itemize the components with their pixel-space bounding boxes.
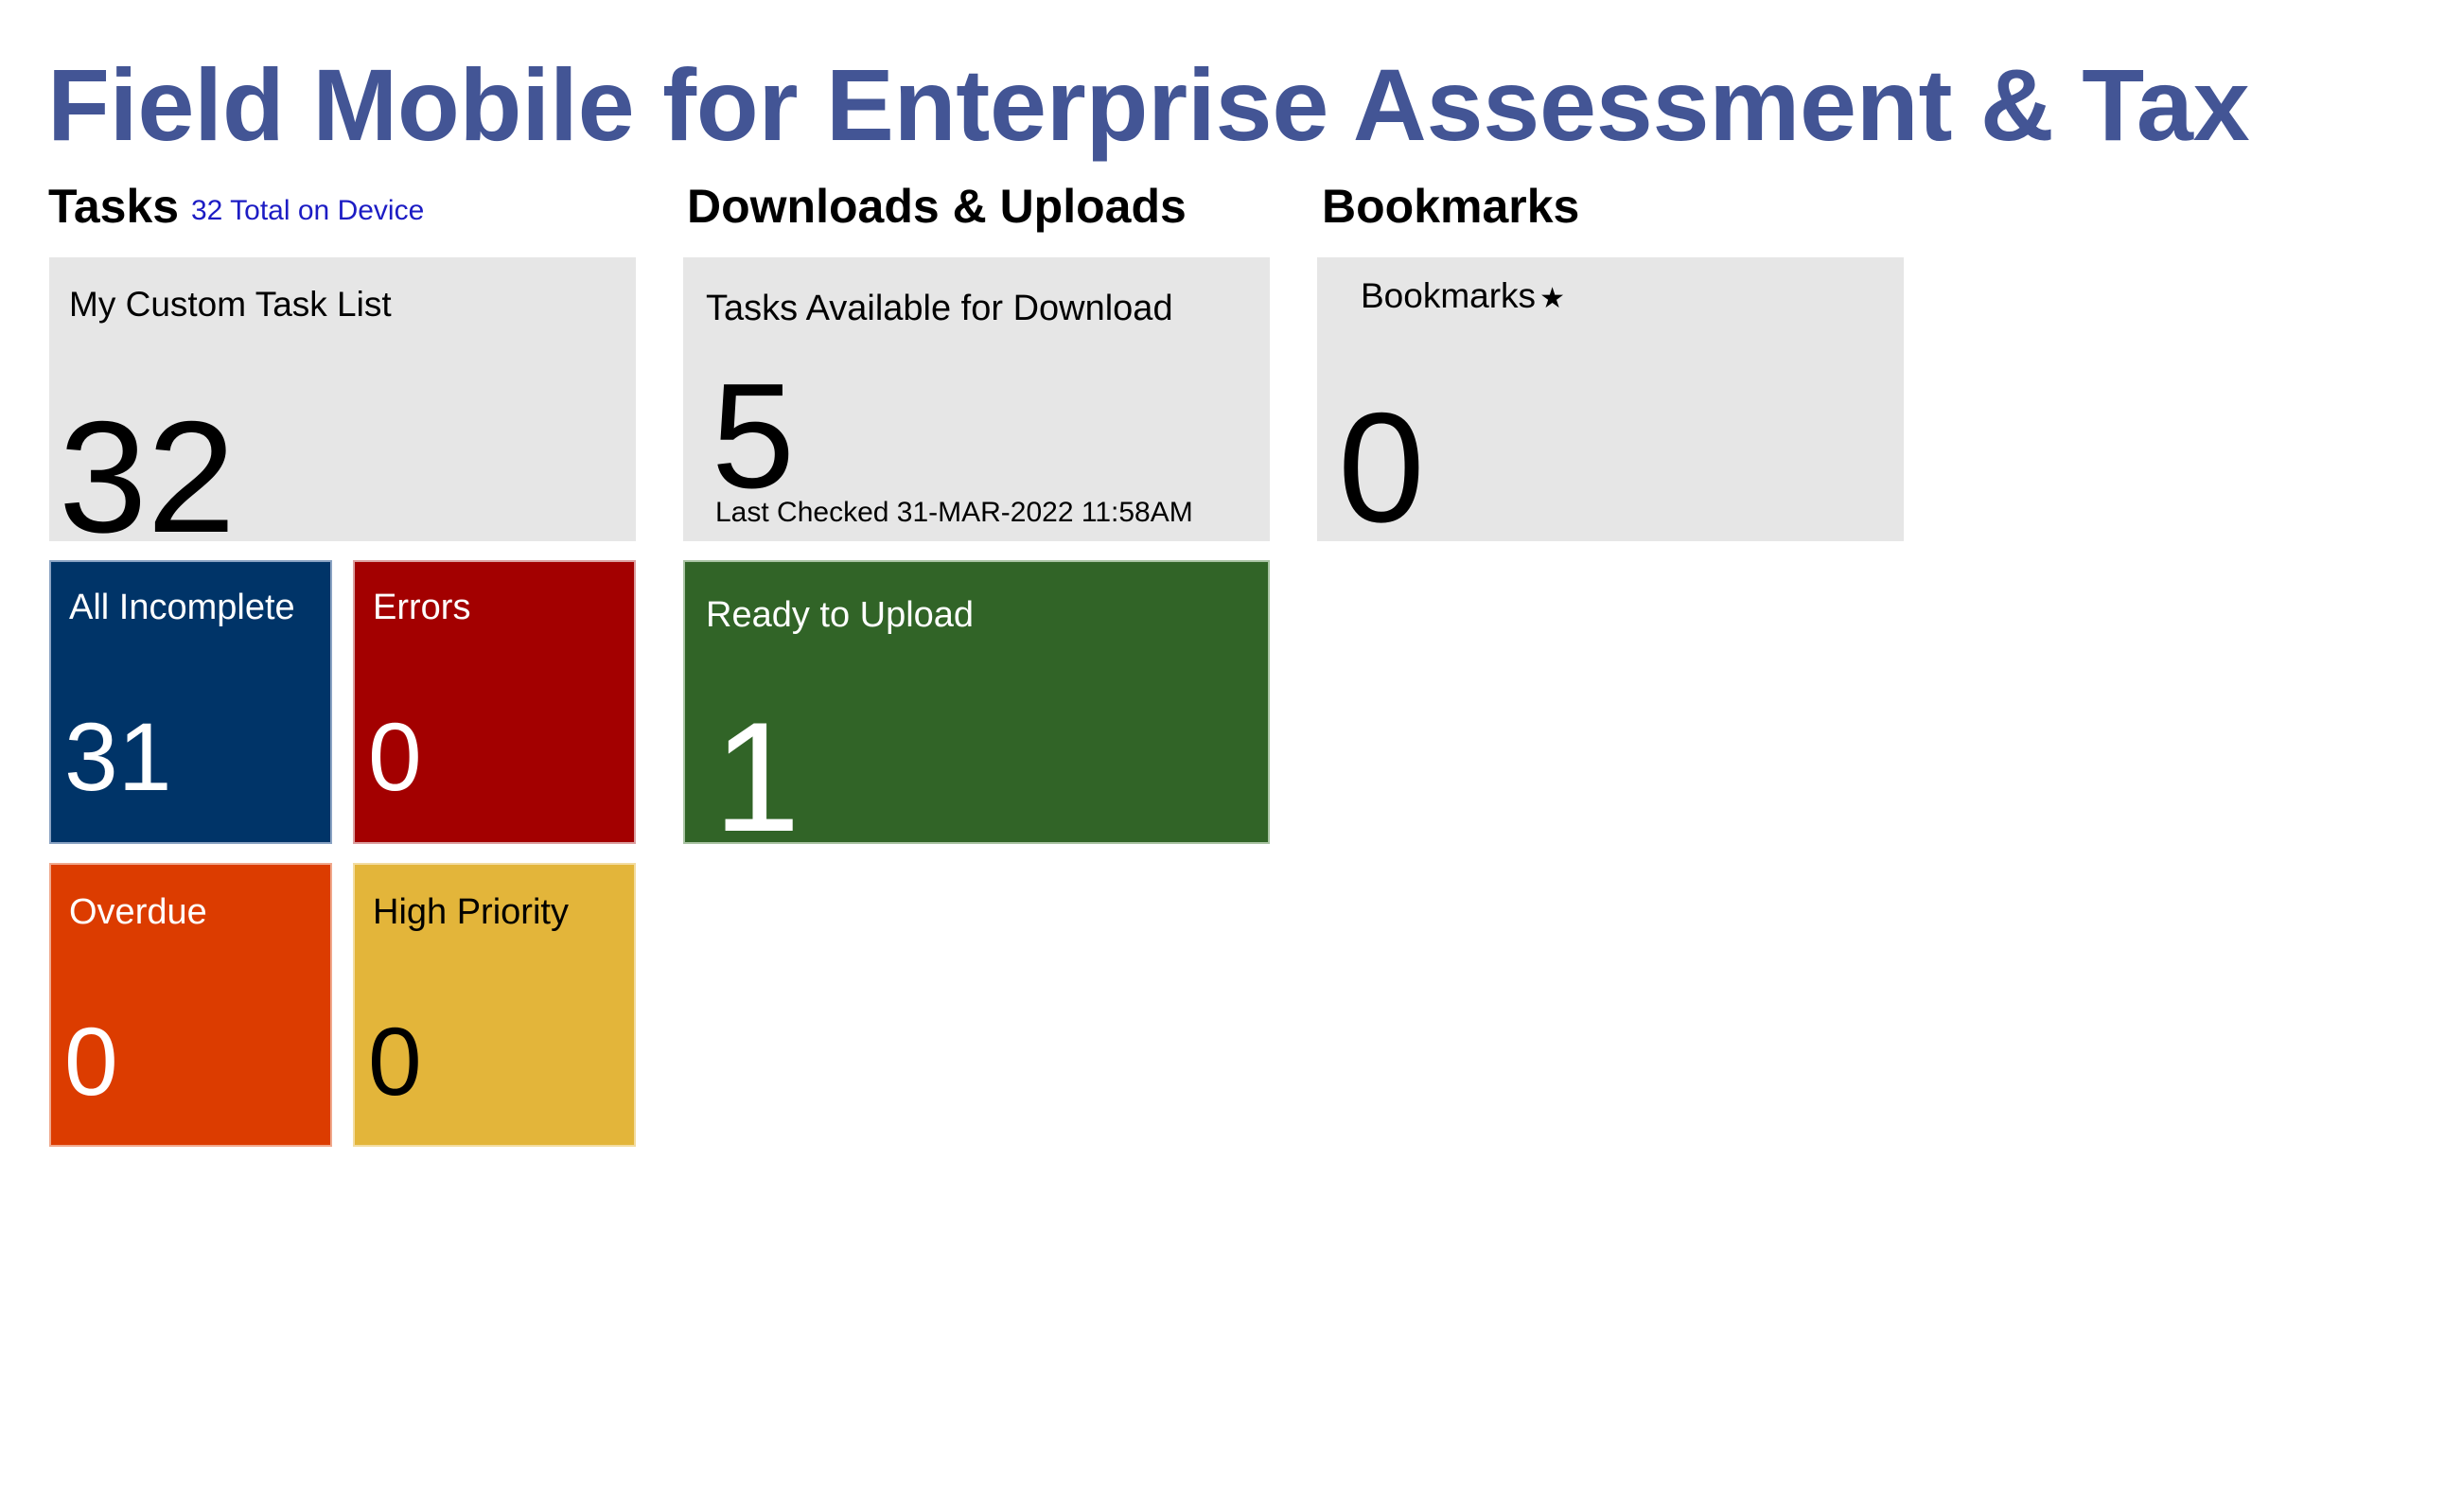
- star-icon: ★: [1539, 283, 1565, 314]
- tile-high-priority[interactable]: High Priority 0: [353, 863, 636, 1147]
- tile-count: 0: [368, 1008, 422, 1116]
- tasks-heading: Tasks: [48, 180, 180, 233]
- tile-my-custom-task-list[interactable]: My Custom Task List 32: [49, 257, 636, 541]
- tile-label: All Incomplete: [69, 588, 295, 627]
- tile-label: High Priority: [373, 892, 569, 932]
- last-checked-timestamp: Last Checked 31-MAR-2022 11:58AM: [715, 497, 1193, 528]
- tile-all-incomplete[interactable]: All Incomplete 31: [49, 560, 332, 844]
- tile-count: 1: [713, 690, 800, 844]
- tile-label: Tasks Available for Download: [706, 289, 1173, 328]
- tile-errors[interactable]: Errors 0: [353, 560, 636, 844]
- tile-count: 0: [64, 1008, 118, 1116]
- tile-label: Overdue: [69, 892, 207, 932]
- tile-label-text: Bookmarks: [1361, 276, 1537, 315]
- tile-overdue[interactable]: Overdue 0: [49, 863, 332, 1147]
- tile-tasks-available-for-download[interactable]: Tasks Available for Download 5 Last Chec…: [683, 257, 1270, 541]
- tile-count: 0: [368, 703, 422, 811]
- tile-bookmarks[interactable]: Bookmarks ★ 0: [1317, 257, 1904, 541]
- bookmarks-heading: Bookmarks: [1322, 180, 1580, 233]
- tile-count: 0: [1338, 380, 1425, 542]
- tile-label: Errors: [373, 588, 471, 627]
- app-title: Field Mobile for Enterprise Assessment &…: [47, 47, 2250, 162]
- downloads-uploads-heading: Downloads & Uploads: [687, 180, 1187, 233]
- tile-label: My Custom Task List: [69, 285, 392, 324]
- tile-label: Ready to Upload: [706, 595, 975, 635]
- tile-count: 5: [712, 353, 795, 519]
- tile-ready-to-upload[interactable]: Ready to Upload 1: [683, 560, 1270, 844]
- tile-count: 32: [59, 388, 236, 541]
- tile-label: Bookmarks ★: [1361, 274, 1565, 321]
- tile-count: 31: [64, 703, 172, 811]
- tasks-total-count[interactable]: 32 Total on Device: [191, 194, 424, 228]
